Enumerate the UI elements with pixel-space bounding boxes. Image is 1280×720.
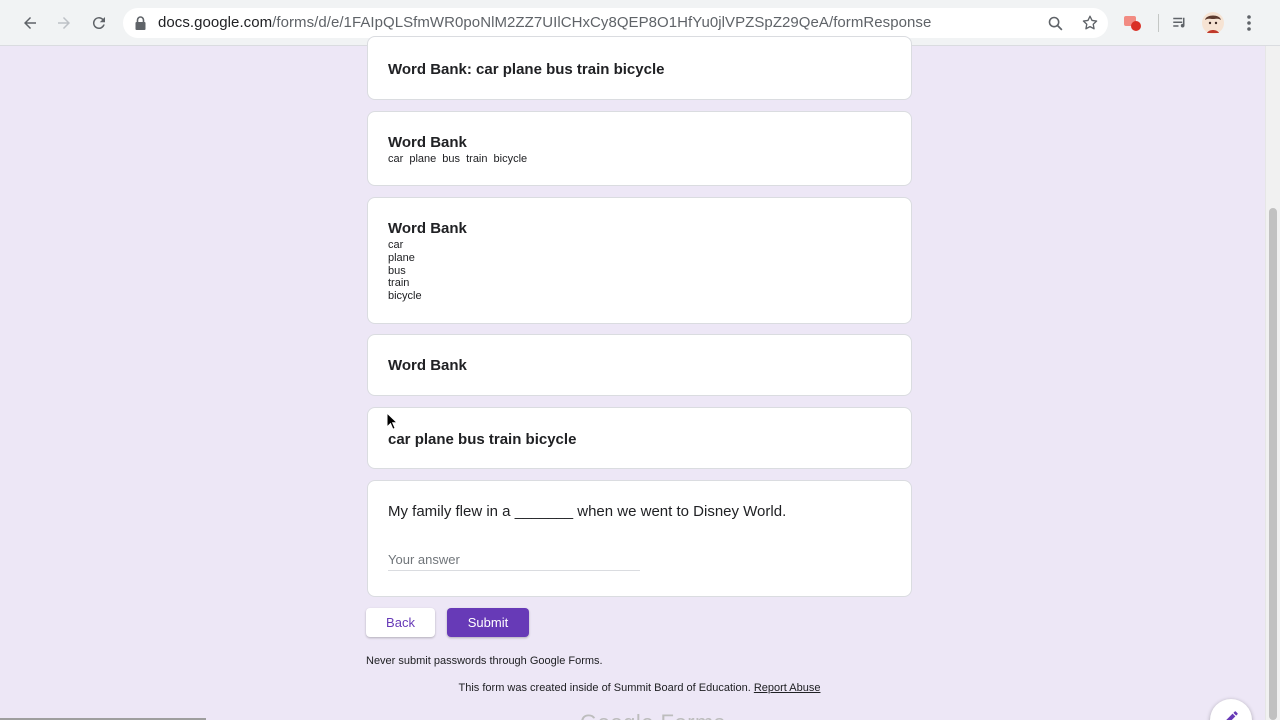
- lock-icon: [135, 16, 146, 35]
- media-icon[interactable]: [1168, 11, 1192, 35]
- word-item: train: [388, 277, 410, 290]
- card-title: Word Bank: car plane bus train bicycle: [388, 61, 665, 78]
- card-word-bank-words: car plane bus train bicycle: [367, 407, 912, 469]
- footer-created-text: This form was created inside of Summit B…: [458, 682, 751, 694]
- card-word-bank-column: Word Bank car plane bus train bicycle: [367, 197, 912, 324]
- url-path: /forms/d/e/1FAIpQLSfmWR0poNlM2ZZ7UIlCHxC…: [272, 14, 932, 31]
- answer-input[interactable]: [388, 549, 640, 571]
- password-warning: Never submit passwords through Google Fo…: [366, 655, 603, 667]
- back-button[interactable]: Back: [366, 608, 435, 637]
- report-abuse-link[interactable]: Report Abuse: [754, 682, 821, 694]
- scrollbar[interactable]: [1265, 46, 1280, 720]
- card-title: Word Bank: [388, 134, 467, 151]
- card-title: Word Bank: [388, 357, 467, 374]
- profile-avatar-icon[interactable]: [1201, 11, 1225, 35]
- address-bar[interactable]: docs.google.com/forms/d/e/1FAIpQLSfmWR0p…: [123, 8, 1108, 38]
- forward-icon[interactable]: [52, 11, 76, 35]
- word-item: plane: [388, 251, 415, 264]
- card-title: Word Bank: [388, 220, 467, 237]
- word-item: bus: [388, 264, 406, 277]
- word-item: bicycle: [388, 290, 422, 303]
- menu-icon[interactable]: [1237, 11, 1261, 35]
- card-word-bank-header: Word Bank: [367, 334, 912, 396]
- extension-icon[interactable]: [1120, 11, 1144, 35]
- back-icon[interactable]: [18, 11, 42, 35]
- card-title: car plane bus train bicycle: [388, 431, 577, 448]
- google-forms-logo: Google Forms: [580, 710, 725, 720]
- card-word-bank-inline: Word Bank: car plane bus train bicycle: [367, 36, 912, 100]
- card-question: My family flew in a _______ when we went…: [367, 480, 912, 597]
- edit-fab-button[interactable]: [1210, 699, 1252, 720]
- pencil-icon: [1222, 709, 1240, 720]
- scrollbar-thumb[interactable]: [1269, 208, 1277, 720]
- reload-icon[interactable]: [87, 11, 111, 35]
- footer: This form was created inside of Summit B…: [367, 682, 912, 694]
- zoom-icon[interactable]: [1045, 13, 1065, 33]
- toolbar-separator: [1158, 14, 1159, 32]
- submit-button[interactable]: Submit: [447, 608, 529, 637]
- word-list: car plane bus train bicycle: [388, 239, 422, 303]
- bookmark-star-icon[interactable]: [1080, 13, 1100, 33]
- card-word-bank-row: Word Bank car plane bus train bicycle: [367, 111, 912, 186]
- url-host: docs.google.com: [158, 14, 273, 31]
- mouse-cursor-icon: [386, 411, 399, 435]
- question-text: My family flew in a _______ when we went…: [388, 503, 787, 520]
- word-list: car plane bus train bicycle: [388, 153, 528, 165]
- url-text: docs.google.com/forms/d/e/1FAIpQLSfmWR0p…: [158, 14, 931, 31]
- word-item: car: [388, 239, 404, 251]
